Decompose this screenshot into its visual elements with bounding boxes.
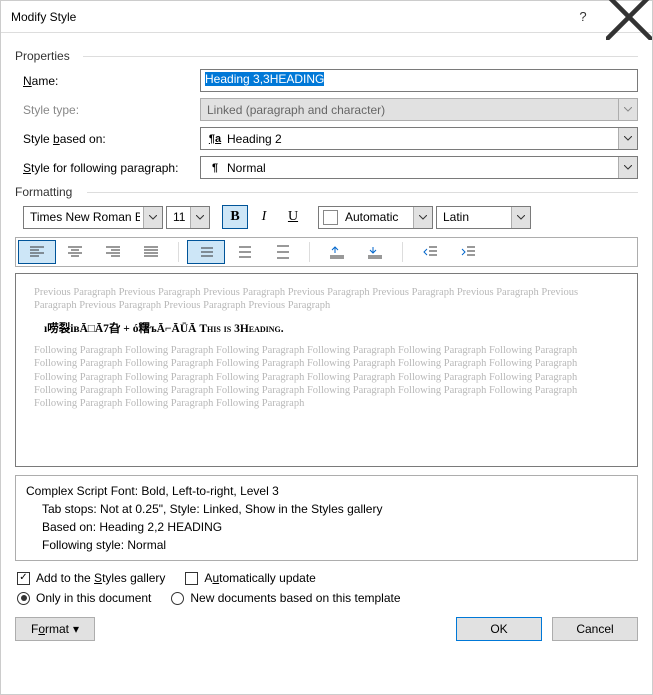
preview-following-text: Following Paragraph Following Paragraph … [34,344,619,410]
radio-new-documents[interactable]: New documents based on this template [171,591,400,605]
indent-increase-button[interactable] [449,240,487,264]
cancel-button[interactable]: Cancel [552,617,638,641]
format-button[interactable]: Format ▾ [15,617,95,641]
paragraph-icon: ¶ [207,162,223,174]
space-before-dec-button[interactable] [356,240,394,264]
spacing-2-button[interactable] [263,240,301,264]
lang-combo[interactable]: Latin [436,206,531,229]
chevron-down-icon: ▾ [73,622,79,636]
radio-only-document[interactable]: Only in this document [17,591,151,605]
fontcolor-combo[interactable]: Automatic [318,206,433,229]
label-basedon: Style based on: [15,132,200,146]
italic-button[interactable]: I [251,205,277,229]
following-combo[interactable]: ¶ Normal [200,156,638,179]
checkbox-add-gallery[interactable]: Add to the Styles gallery [17,571,165,585]
radio-icon [171,592,184,605]
group-formatting: Formatting [15,185,638,199]
chevron-down-icon[interactable] [618,128,637,149]
preview-previous-text: Previous Paragraph Previous Paragraph Pr… [34,286,619,312]
checkbox-icon [17,572,30,585]
checkbox-icon [185,572,198,585]
font-combo[interactable]: Times New Roman Bold [23,206,163,229]
preview-box: Previous Paragraph Previous Paragraph Pr… [15,273,638,467]
radio-icon [17,592,30,605]
size-combo[interactable]: 11 [166,206,210,229]
paragraph-toolbar [15,237,638,267]
align-left-button[interactable] [18,240,56,264]
paragraph-style-icon: ¶a [207,133,223,145]
group-properties: Properties [15,49,638,63]
checkbox-auto-update[interactable]: Automatically update [185,571,315,585]
space-before-inc-button[interactable] [318,240,356,264]
label-following: Style for following paragraph: [15,161,200,175]
style-description: Complex Script Font: Bold, Left-to-right… [15,475,638,561]
titlebar: Modify Style [1,1,652,33]
label-styletype: Style type: [15,103,200,117]
chevron-down-icon[interactable] [618,157,637,178]
align-right-button[interactable] [94,240,132,264]
indent-decrease-button[interactable] [411,240,449,264]
bold-button[interactable]: B [222,205,248,229]
ok-button[interactable]: OK [456,617,542,641]
help-button[interactable] [560,1,606,32]
preview-sample-text: ı唠裂iʙĀ□Ā7旮 + ó糬ъĀ⌐ĀŪĀ This is 3Heading. [44,320,619,336]
align-center-button[interactable] [56,240,94,264]
label-name: Name: [15,74,200,88]
chevron-down-icon[interactable] [143,207,162,228]
desc-line: Complex Script Font: Bold, Left-to-right… [26,482,627,500]
chevron-down-icon[interactable] [413,207,432,228]
dialog-title: Modify Style [11,10,76,24]
chevron-down-icon[interactable] [190,207,209,228]
desc-line: Based on: Heading 2,2 HEADING [26,518,627,536]
spacing-1-button[interactable] [187,240,225,264]
basedon-combo[interactable]: ¶a Heading 2 [200,127,638,150]
desc-line: Following style: Normal [26,536,627,554]
desc-line: Tab stops: Not at 0.25", Style: Linked, … [26,500,627,518]
underline-button[interactable]: U [280,205,306,229]
fontcolor-icon [323,210,338,225]
close-button[interactable] [606,1,652,32]
chevron-down-icon[interactable] [511,207,530,228]
chevron-down-icon [618,99,637,120]
close-icon [606,0,652,40]
name-input[interactable]: Heading 3,3HEADING [200,69,638,92]
styletype-combo: Linked (paragraph and character) [200,98,638,121]
align-justify-button[interactable] [132,240,170,264]
spacing-1.5-button[interactable] [225,240,263,264]
